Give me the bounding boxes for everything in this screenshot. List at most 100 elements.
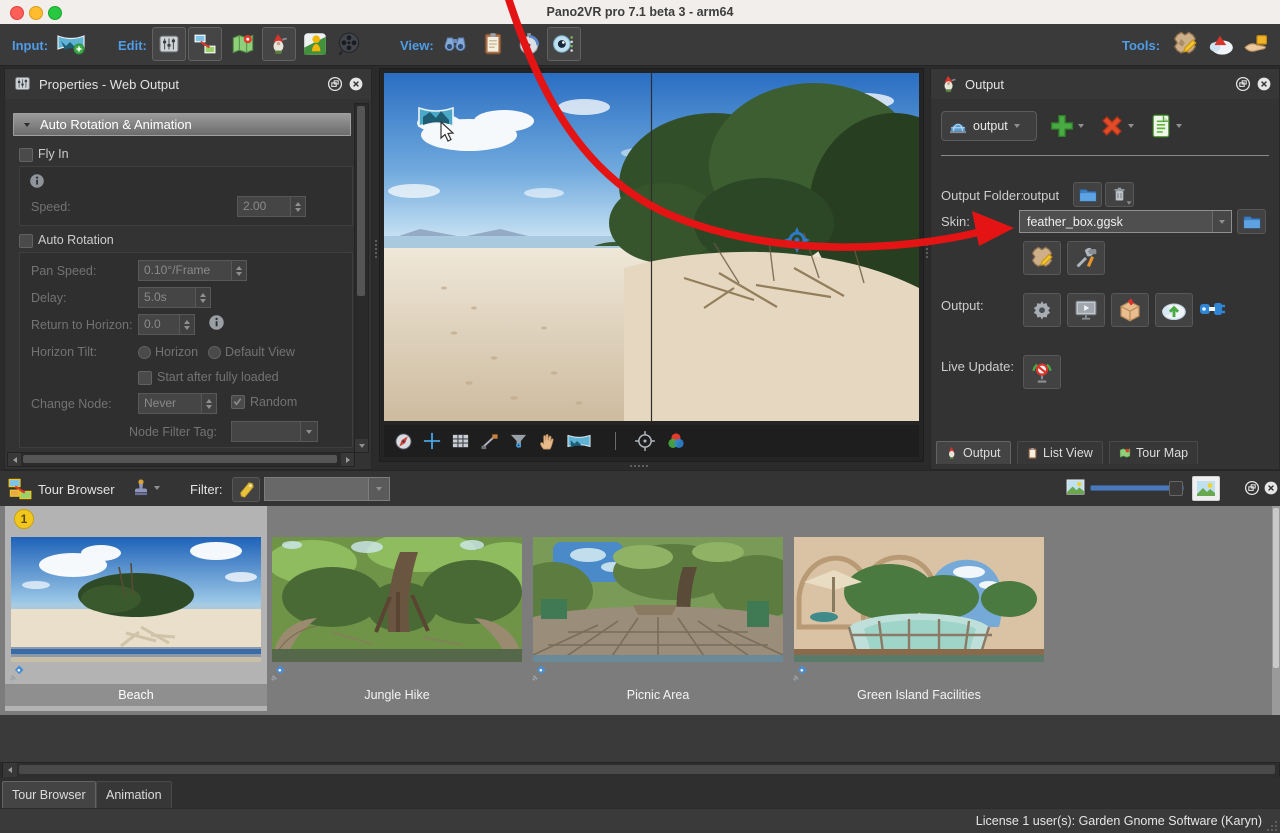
open-folder-button[interactable]: [1073, 182, 1102, 207]
info-icon[interactable]: [208, 314, 225, 331]
properties-hscrollbar[interactable]: [7, 452, 355, 467]
output-panel-header[interactable]: Output: [931, 69, 1279, 99]
output-config-selector[interactable]: output: [941, 111, 1037, 141]
dropdown-caret-icon[interactable]: [301, 421, 318, 442]
scroll-right-icon[interactable]: [341, 453, 354, 466]
clean-folder-button[interactable]: [1105, 182, 1134, 207]
splitter-handle[interactable]: [374, 240, 378, 258]
panorama-icon[interactable]: [567, 432, 591, 450]
scrollbar-thumb[interactable]: [19, 765, 1275, 774]
panorama-viewport[interactable]: [384, 73, 919, 421]
find-button[interactable]: [438, 27, 472, 61]
output-settings-button[interactable]: [1023, 293, 1061, 327]
info-icon[interactable]: [29, 173, 45, 189]
panorama-thumbnail[interactable]: [272, 537, 522, 662]
auto-rotation-checkbox[interactable]: [19, 234, 33, 248]
center-target-icon[interactable]: [634, 430, 656, 452]
panorama-thumbnail[interactable]: [794, 537, 1044, 662]
tab-tour-map[interactable]: Tour Map: [1109, 441, 1198, 464]
scroll-left-icon[interactable]: [8, 453, 21, 466]
splitter-handle[interactable]: [925, 240, 929, 258]
crosshair-icon[interactable]: [423, 432, 441, 450]
large-thumbnails-icon[interactable]: [1192, 476, 1220, 501]
gnome-cloud-button[interactable]: [1204, 27, 1238, 61]
resize-grip[interactable]: [1266, 820, 1278, 832]
scrollbar-thumb[interactable]: [357, 106, 365, 296]
start-after-loaded-checkbox[interactable]: [138, 371, 152, 385]
upload-output-button[interactable]: [1155, 293, 1193, 327]
random-checkbox[interactable]: [231, 395, 245, 409]
scrollbar-thumb[interactable]: [23, 455, 337, 463]
close-panel-icon[interactable]: [348, 76, 364, 92]
publish-button[interactable]: [1240, 27, 1274, 61]
viewing-parameters-button[interactable]: [547, 27, 581, 61]
add-output-button[interactable]: [1049, 113, 1084, 139]
output-log-button[interactable]: [1149, 113, 1182, 139]
section-auto-rotation-animation[interactable]: Auto Rotation & Animation: [13, 113, 351, 136]
north-compass-icon[interactable]: [394, 432, 413, 451]
skin-combo[interactable]: feather_box.ggsk: [1019, 210, 1232, 233]
thumbnail-size-slider[interactable]: [1090, 485, 1184, 491]
tour-browser-hscrollbar[interactable]: [2, 762, 1280, 778]
pan-hand-icon[interactable]: [538, 432, 557, 451]
list-view-button[interactable]: [476, 27, 510, 61]
speed-spinbox[interactable]: 2.00: [237, 196, 306, 217]
default-view-radio[interactable]: [208, 346, 221, 359]
scrollbar-thumb[interactable]: [1273, 508, 1279, 668]
tour-map-panel-button[interactable]: [226, 27, 260, 61]
connect-plugin-button[interactable]: [1199, 299, 1227, 319]
tour-node-jungle-hike[interactable]: Jungle Hike: [266, 506, 528, 711]
target-hotspot-icon[interactable]: [782, 225, 812, 255]
view-cone-icon[interactable]: [509, 432, 528, 451]
panorama-thumbnail[interactable]: [533, 537, 783, 662]
properties-vscrollbar[interactable]: [354, 103, 369, 453]
dropdown-caret-icon[interactable]: [1212, 211, 1231, 232]
edit-skin-button[interactable]: [1023, 241, 1061, 275]
spinner-arrows-icon[interactable]: [180, 314, 195, 335]
add-panorama-button[interactable]: [54, 27, 88, 61]
pan-speed-combo[interactable]: 0.10°/Frame: [138, 260, 247, 281]
skin-editor-tool-button[interactable]: [1168, 27, 1202, 61]
delay-spinbox[interactable]: 5.0s: [138, 287, 211, 308]
tour-browser-vscrollbar[interactable]: [1272, 506, 1280, 715]
tour-node-beach[interactable]: 1 Beach: [5, 506, 267, 711]
package-output-button[interactable]: [1111, 293, 1149, 327]
splitter-handle[interactable]: [630, 464, 648, 468]
close-panel-icon[interactable]: [1256, 76, 1272, 92]
open-skin-button[interactable]: [1237, 209, 1266, 234]
level-tilt-icon[interactable]: [480, 432, 499, 451]
float-panel-icon[interactable]: [1244, 480, 1260, 496]
filter-combo[interactable]: [264, 477, 390, 501]
tab-tour-browser[interactable]: Tour Browser: [2, 781, 96, 808]
fly-in-checkbox[interactable]: [19, 148, 33, 162]
float-panel-icon[interactable]: [327, 76, 343, 92]
small-thumbnails-icon[interactable]: [1066, 479, 1085, 495]
color-channels-icon[interactable]: [666, 431, 686, 451]
tab-animation[interactable]: Animation: [96, 781, 172, 808]
spinner-arrows-icon[interactable]: [196, 287, 211, 308]
skin-components-button[interactable]: [1067, 241, 1105, 275]
tab-list-view[interactable]: List View: [1017, 441, 1103, 464]
output-panel-button[interactable]: [262, 27, 296, 61]
scroll-left-icon[interactable]: [3, 763, 17, 777]
live-update-toggle-button[interactable]: [1023, 355, 1061, 389]
close-panel-icon[interactable]: [1263, 480, 1279, 496]
filter-tag-button[interactable]: [232, 477, 260, 502]
scroll-down-icon[interactable]: [355, 439, 368, 452]
delete-output-button[interactable]: [1099, 113, 1134, 139]
timing-button[interactable]: [512, 27, 546, 61]
panorama-thumbnail[interactable]: [11, 537, 261, 662]
open-in-browser-button[interactable]: [1067, 293, 1105, 327]
animation-editor-button[interactable]: [332, 27, 366, 61]
grid-icon[interactable]: [451, 432, 470, 451]
spinner-arrows-icon[interactable]: [291, 196, 306, 217]
return-to-horizon-spinbox[interactable]: 0.0: [138, 314, 195, 335]
slider-handle[interactable]: [1169, 481, 1183, 496]
horizon-radio[interactable]: [138, 346, 151, 359]
change-node-combo[interactable]: Never: [138, 393, 217, 414]
spinner-arrows-icon[interactable]: [202, 393, 217, 414]
tour-node-green-island-facilities[interactable]: Green Island Facilities: [788, 506, 1050, 711]
tour-node-picnic-area[interactable]: Picnic Area: [527, 506, 789, 711]
dropdown-caret-icon[interactable]: [368, 478, 389, 500]
node-filter-tag-combo[interactable]: [231, 421, 318, 442]
